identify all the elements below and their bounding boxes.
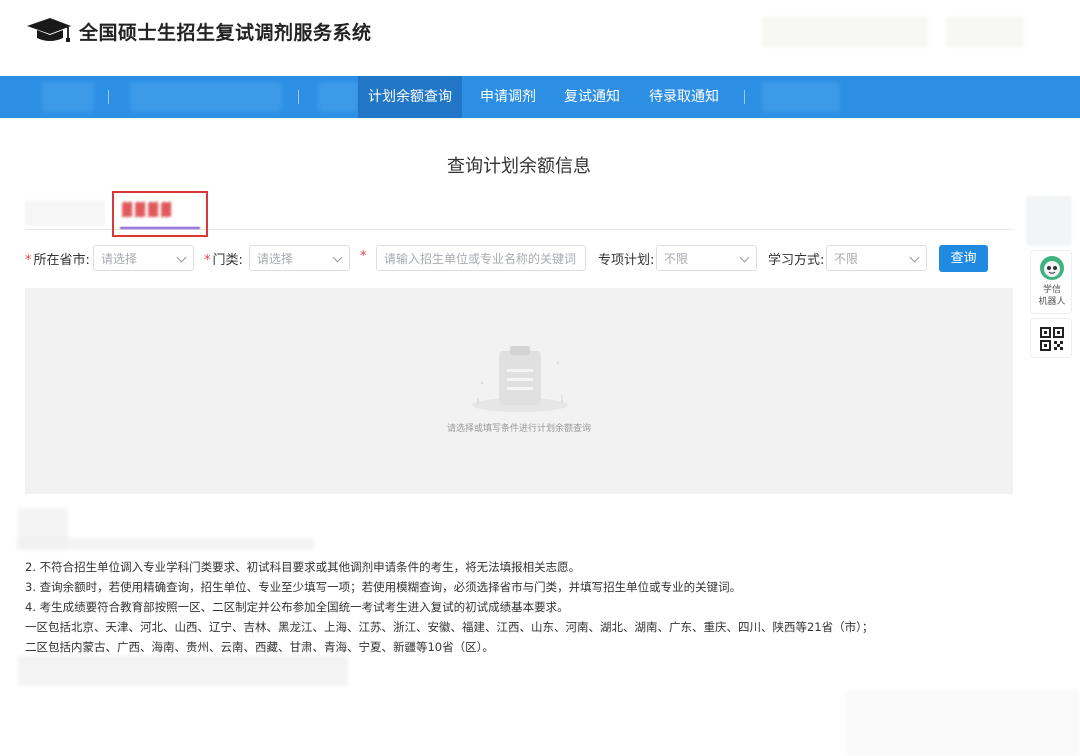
province-label: * 所在省市: [25, 253, 90, 268]
main-nav: 计划余额查询 申请调剂 复试通知 待录取通知 [0, 76, 1080, 118]
result-panel: 请选择或填写条件进行计划余额查询 [25, 288, 1013, 494]
tab-blurred[interactable] [25, 200, 105, 226]
footer-blurred-area [846, 690, 1080, 756]
nav-item-home[interactable] [42, 82, 94, 112]
empty-state-text: 请选择或填写条件进行计划余额查询 [446, 424, 591, 434]
site-title: 全国硕士生招生复试调剂服务系统 [79, 22, 372, 44]
chat-robot-button[interactable]: 学信 机器人 [1030, 250, 1072, 314]
page-title: 查询计划余额信息 [447, 156, 591, 177]
note-line: 3. 查询余额时，若使用精确查询，招生单位、专业至少填写一项；若使用模糊查询，必… [25, 580, 742, 594]
chevron-down-icon [909, 252, 920, 263]
header-login-area[interactable] [946, 16, 1024, 48]
nav-separator [108, 90, 109, 104]
side-widget-blurred[interactable] [1026, 196, 1072, 246]
notes-section: 2. 不符合招生单位调入专业学科门类要求、初试科目要求或其他调剂申请条件的考生，… [25, 557, 873, 657]
nav-separator [744, 90, 745, 104]
empty-clipboard-icon [472, 346, 568, 412]
query-tabs: ▓▓▓▓ [25, 191, 1013, 237]
nav-item-plan-balance[interactable]: 计划余额查询 [358, 76, 462, 118]
note-line: 二区包括内蒙古、广西、海南、贵州、云南、西藏、甘肃、青海、宁夏、新疆等10省（区… [25, 640, 494, 654]
site-header: 全国硕士生招生复试调剂服务系统 [0, 0, 1080, 76]
chevron-down-icon [332, 252, 343, 263]
graduation-cap-icon [27, 18, 71, 42]
nav-item-admission-notice[interactable]: 待录取通知 [640, 76, 728, 118]
qr-code-icon [1040, 327, 1064, 351]
category-select[interactable]: 请选择 [249, 245, 350, 271]
keyword-required-mark: * [360, 249, 367, 264]
robot-label: 学信 机器人 [1038, 285, 1066, 307]
chevron-down-icon [176, 252, 187, 263]
notes-blurred-line [18, 538, 314, 550]
category-label: * 门类: [204, 253, 243, 268]
nav-item-apply-adjustment[interactable]: 申请调剂 [472, 76, 544, 118]
nav-separator [298, 90, 299, 104]
nav-item-notice[interactable] [130, 82, 282, 112]
special-plan-select[interactable]: 不限 [656, 245, 757, 271]
study-mode-select[interactable]: 不限 [826, 245, 927, 271]
special-plan-label: 专项计划: [598, 253, 655, 268]
qr-code-button[interactable] [1030, 318, 1072, 358]
note-line: 一区包括北京、天津、河北、山西、辽宁、吉林、黑龙江、上海、江苏、浙江、安徽、福建… [25, 620, 874, 634]
note-line: 4. 考生成绩要符合教育部按照一区、二区制定并公布参加全国统一考试考生进入复试的… [25, 600, 569, 614]
note-line: 2. 不符合招生单位调入专业学科门类要求、初试科目要求或其他调剂申请条件的考生，… [25, 560, 581, 574]
chevron-down-icon [739, 252, 750, 263]
nav-item-retest-notice[interactable]: 复试通知 [556, 76, 628, 118]
keyword-input[interactable]: 请输入招生单位或专业名称的关键词 [376, 245, 586, 271]
header-account-area[interactable] [762, 16, 928, 48]
query-button[interactable]: 查询 [939, 245, 988, 272]
robot-icon [1040, 256, 1064, 280]
province-select[interactable]: 请选择 [93, 245, 194, 271]
tab-active-highlighted[interactable]: ▓▓▓▓ [112, 191, 208, 237]
nav-item-blurred-right[interactable] [762, 82, 840, 112]
nav-item-blurred[interactable] [318, 82, 358, 112]
notes-blurred-footer [18, 656, 348, 686]
study-mode-label: 学习方式: [768, 253, 825, 268]
tab-redacted-label: ▓▓▓▓ [122, 203, 174, 218]
tab-underline [120, 227, 200, 229]
